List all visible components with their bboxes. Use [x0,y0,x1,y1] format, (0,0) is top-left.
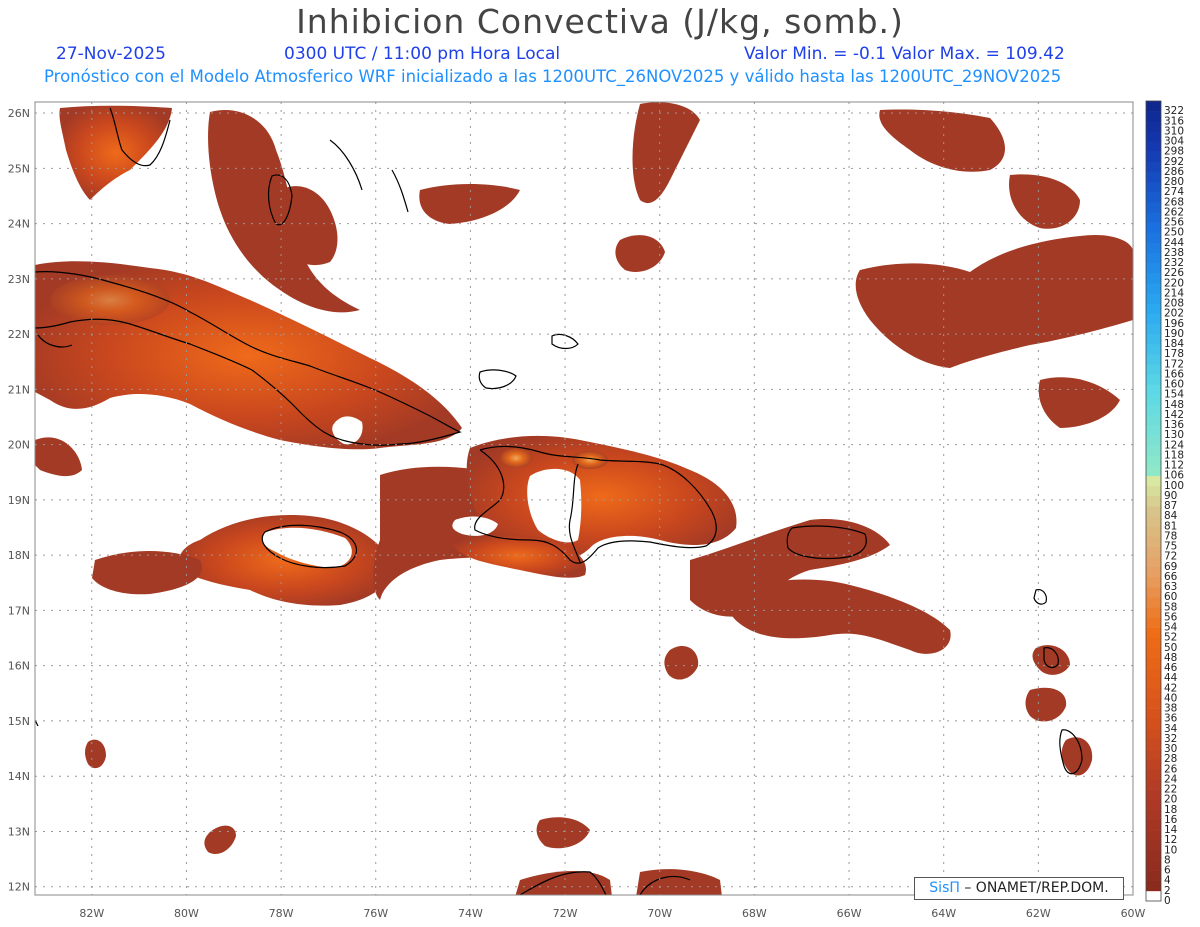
legend-swatch [1146,323,1161,335]
legend-swatch [1146,273,1161,284]
legend-swatch [1146,556,1161,568]
legend-swatch [1146,809,1161,821]
legend-swatch [1146,870,1161,882]
legend-swatch [1146,830,1161,841]
legend-swatch [1146,779,1161,790]
legend-swatch [1146,799,1161,811]
legend-swatch [1146,182,1161,193]
legend-swatch [1146,819,1161,831]
legend-swatch [1146,313,1161,325]
legend-swatch [1146,516,1161,527]
color-legend: 0246810121416182022242628303234363840424… [1145,100,1184,907]
legend-swatch [1146,151,1161,163]
legend-swatch [1146,546,1161,557]
legend-swatch [1146,678,1161,689]
legend-swatch [1146,688,1161,699]
legend-swatch [1146,526,1161,537]
legend-swatch [1146,141,1161,152]
legend-swatch [1146,283,1161,294]
legend-swatch [1146,101,1161,112]
legend-swatch [1146,131,1161,142]
legend-swatch [1146,425,1161,436]
legend-swatch [1146,840,1161,851]
legend-swatch [1146,506,1161,517]
legend-swatch [1146,161,1161,173]
legend-swatch [1146,566,1161,578]
legend-swatch [1146,414,1161,426]
legend-swatch [1146,374,1161,385]
legend-swatch [1146,728,1161,740]
legend-swatch [1146,121,1161,132]
legend-swatch [1146,718,1161,730]
legend-swatch [1146,759,1161,770]
legend-swatch [1146,738,1161,750]
legend-swatch [1146,364,1161,375]
legend-swatch [1146,657,1161,669]
legend-swatch [1146,637,1161,649]
credit-text: – ONAMET/REP.DOM. [959,880,1109,896]
legend-swatch [1146,495,1161,507]
legend-swatch [1146,576,1161,588]
legend-swatch [1146,536,1161,547]
legend-swatch [1146,435,1161,446]
legend-swatch [1146,252,1161,264]
legend-swatch [1146,333,1161,345]
legend-swatch [1146,587,1161,598]
legend-swatch [1146,212,1161,223]
legend-swatch [1146,232,1161,244]
legend-swatch [1146,171,1161,183]
legend-swatch [1146,354,1161,365]
legend-swatch [1146,850,1161,861]
legend-swatch [1146,880,1161,892]
legend-swatch [1146,344,1161,355]
legend-swatch [1146,647,1161,659]
legend-swatch [1146,303,1161,314]
legend-swatch [1146,465,1161,476]
legend-swatch [1146,192,1161,203]
legend-swatch [1146,749,1161,760]
legend-swatch [1146,668,1161,679]
legend-swatch [1146,485,1161,497]
legend-swatch [1146,445,1161,456]
legend-swatch [1146,607,1161,618]
legend-level-label: 322 [1164,105,1184,117]
legend-swatch [1146,789,1161,801]
legend-swatch [1146,597,1161,608]
legend-swatch [1146,617,1161,628]
legend-swatch [1146,394,1161,406]
credit-brand: SisΠ [929,880,960,896]
legend-swatch [1146,475,1161,487]
legend-swatch [1146,404,1161,416]
legend-swatch [1146,860,1161,871]
legend-swatch [1146,627,1161,639]
legend-swatch [1146,263,1161,274]
credit-box: SisΠ – ONAMET/REP.DOM. [914,877,1124,900]
legend-swatch [1146,890,1161,902]
legend-swatch [1146,111,1161,122]
legend-swatch [1146,708,1161,720]
legend-swatch [1146,769,1161,780]
legend-swatch [1146,293,1161,304]
legend-swatch [1146,242,1161,254]
legend-swatch [1146,222,1161,233]
legend-swatch [1146,455,1161,466]
legend-swatch [1146,384,1161,395]
legend-swatch [1146,698,1161,709]
legend-swatch [1146,202,1161,213]
